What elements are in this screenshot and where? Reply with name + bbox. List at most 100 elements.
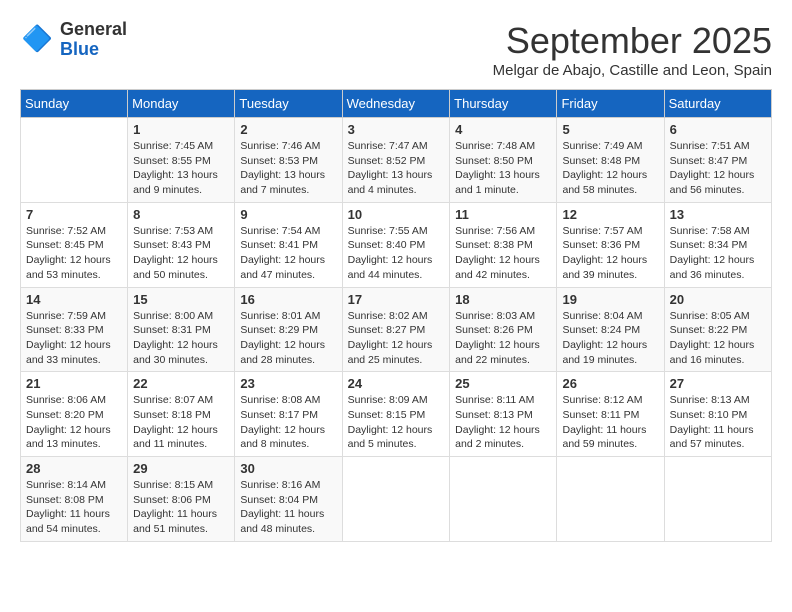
calendar-cell-w3-d6: 20Sunrise: 8:05 AM Sunset: 8:22 PM Dayli… <box>664 287 771 372</box>
month-title: September 2025 <box>493 20 772 62</box>
day-number: 30 <box>240 461 336 476</box>
day-number: 10 <box>348 207 445 222</box>
day-info: Sunrise: 8:02 AM Sunset: 8:27 PM Dayligh… <box>348 309 445 368</box>
day-number: 26 <box>562 376 658 391</box>
logo-general-text: General <box>60 20 127 40</box>
calendar-cell-w2-d1: 8 Sunrise: 7:53 AM Sunset: 8:43 PM Daylig… <box>128 202 235 287</box>
day-number: 4 <box>455 122 551 137</box>
calendar-cell-w5-d2: 30Sunrise: 8:16 AM Sunset: 8:04 PM Dayli… <box>235 457 342 542</box>
day-number: 6 <box>670 122 766 137</box>
calendar-header: SundayMondayTuesdayWednesdayThursdayFrid… <box>21 90 772 118</box>
calendar-cell-w2-d0: 7 Sunrise: 7:52 AM Sunset: 8:45 PM Daylig… <box>21 202 128 287</box>
calendar-cell-w2-d2: 9Sunrise: 7:54 AM Sunset: 8:41 PM Daylig… <box>235 202 342 287</box>
weekday-header-thursday: Thursday <box>450 90 557 118</box>
weekday-header-monday: Monday <box>128 90 235 118</box>
day-info: Sunrise: 7:49 AM Sunset: 8:48 PM Dayligh… <box>562 139 658 198</box>
day-info: Sunrise: 7:55 AM Sunset: 8:40 PM Dayligh… <box>348 224 445 283</box>
page-header: 🔷 General Blue September 2025 Melgar de … <box>20 20 772 79</box>
day-number: 16 <box>240 292 336 307</box>
logo: 🔷 General Blue <box>20 20 127 60</box>
day-info: Sunrise: 7:58 AM Sunset: 8:34 PM Dayligh… <box>670 224 766 283</box>
day-info: Sunrise: 8:14 AM Sunset: 8:08 PM Dayligh… <box>26 478 122 537</box>
day-number: 25 <box>455 376 551 391</box>
day-info: Sunrise: 7:53 AM Sunset: 8:43 PM Dayligh… <box>133 224 229 283</box>
calendar-cell-w4-d0: 21Sunrise: 8:06 AM Sunset: 8:20 PM Dayli… <box>21 372 128 457</box>
calendar-table: SundayMondayTuesdayWednesdayThursdayFrid… <box>20 89 772 542</box>
day-number: 28 <box>26 461 122 476</box>
day-info: Sunrise: 8:15 AM Sunset: 8:06 PM Dayligh… <box>133 478 229 537</box>
calendar-cell-w5-d1: 29Sunrise: 8:15 AM Sunset: 8:06 PM Dayli… <box>128 457 235 542</box>
location-subtitle: Melgar de Abajo, Castille and Leon, Spai… <box>493 62 772 79</box>
calendar-cell-w4-d6: 27 Sunrise: 8:13 AM Sunset: 8:10 PM Dayli… <box>664 372 771 457</box>
weekday-header-row: SundayMondayTuesdayWednesdayThursdayFrid… <box>21 90 772 118</box>
title-block: September 2025 Melgar de Abajo, Castille… <box>493 20 772 79</box>
day-number: 27 <box>670 376 766 391</box>
day-info: Sunrise: 8:03 AM Sunset: 8:26 PM Dayligh… <box>455 309 551 368</box>
day-info: Sunrise: 8:01 AM Sunset: 8:29 PM Dayligh… <box>240 309 336 368</box>
calendar-week-1: 1 Sunrise: 7:45 AM Sunset: 8:55 PM Daylig… <box>21 118 772 203</box>
day-number: 7 <box>26 207 122 222</box>
logo-blue-text: Blue <box>60 40 127 60</box>
calendar-cell-w2-d3: 10 Sunrise: 7:55 AM Sunset: 8:40 PM Dayli… <box>342 202 450 287</box>
day-number: 19 <box>562 292 658 307</box>
svg-text:🔷: 🔷 <box>22 24 53 53</box>
day-number: 24 <box>348 376 445 391</box>
calendar-cell-w5-d5 <box>557 457 664 542</box>
calendar-cell-w5-d6 <box>664 457 771 542</box>
day-info: Sunrise: 7:54 AM Sunset: 8:41 PM Dayligh… <box>240 224 336 283</box>
day-info: Sunrise: 7:45 AM Sunset: 8:55 PM Dayligh… <box>133 139 229 198</box>
day-number: 18 <box>455 292 551 307</box>
day-info: Sunrise: 8:07 AM Sunset: 8:18 PM Dayligh… <box>133 393 229 452</box>
calendar-cell-w2-d4: 11 Sunrise: 7:56 AM Sunset: 8:38 PM Dayli… <box>450 202 557 287</box>
calendar-cell-w2-d5: 12 Sunrise: 7:57 AM Sunset: 8:36 PM Dayli… <box>557 202 664 287</box>
day-number: 12 <box>562 207 658 222</box>
day-info: Sunrise: 7:47 AM Sunset: 8:52 PM Dayligh… <box>348 139 445 198</box>
logo-icon: 🔷 <box>20 22 56 58</box>
day-number: 8 <box>133 207 229 222</box>
day-number: 21 <box>26 376 122 391</box>
day-info: Sunrise: 8:00 AM Sunset: 8:31 PM Dayligh… <box>133 309 229 368</box>
day-info: Sunrise: 8:13 AM Sunset: 8:10 PM Dayligh… <box>670 393 766 452</box>
calendar-cell-w1-d4: 4Sunrise: 7:48 AM Sunset: 8:50 PM Daylig… <box>450 118 557 203</box>
day-info: Sunrise: 7:56 AM Sunset: 8:38 PM Dayligh… <box>455 224 551 283</box>
calendar-cell-w1-d0 <box>21 118 128 203</box>
calendar-cell-w1-d5: 5Sunrise: 7:49 AM Sunset: 8:48 PM Daylig… <box>557 118 664 203</box>
day-info: Sunrise: 7:52 AM Sunset: 8:45 PM Dayligh… <box>26 224 122 283</box>
calendar-cell-w1-d2: 2Sunrise: 7:46 AM Sunset: 8:53 PM Daylig… <box>235 118 342 203</box>
calendar-cell-w4-d1: 22 Sunrise: 8:07 AM Sunset: 8:18 PM Dayli… <box>128 372 235 457</box>
calendar-cell-w4-d4: 25 Sunrise: 8:11 AM Sunset: 8:13 PM Dayli… <box>450 372 557 457</box>
calendar-cell-w1-d3: 3 Sunrise: 7:47 AM Sunset: 8:52 PM Daylig… <box>342 118 450 203</box>
logo-name: General Blue <box>60 20 127 60</box>
calendar-body: 1 Sunrise: 7:45 AM Sunset: 8:55 PM Daylig… <box>21 118 772 542</box>
calendar-week-5: 28 Sunrise: 8:14 AM Sunset: 8:08 PM Dayli… <box>21 457 772 542</box>
calendar-cell-w2-d6: 13 Sunrise: 7:58 AM Sunset: 8:34 PM Dayli… <box>664 202 771 287</box>
calendar-cell-w4-d5: 26Sunrise: 8:12 AM Sunset: 8:11 PM Dayli… <box>557 372 664 457</box>
day-number: 20 <box>670 292 766 307</box>
day-number: 11 <box>455 207 551 222</box>
day-info: Sunrise: 8:09 AM Sunset: 8:15 PM Dayligh… <box>348 393 445 452</box>
day-info: Sunrise: 7:57 AM Sunset: 8:36 PM Dayligh… <box>562 224 658 283</box>
calendar-cell-w1-d1: 1 Sunrise: 7:45 AM Sunset: 8:55 PM Daylig… <box>128 118 235 203</box>
calendar-cell-w5-d0: 28 Sunrise: 8:14 AM Sunset: 8:08 PM Dayli… <box>21 457 128 542</box>
calendar-cell-w4-d3: 24 Sunrise: 8:09 AM Sunset: 8:15 PM Dayli… <box>342 372 450 457</box>
day-number: 14 <box>26 292 122 307</box>
day-number: 3 <box>348 122 445 137</box>
day-number: 23 <box>240 376 336 391</box>
day-number: 13 <box>670 207 766 222</box>
weekday-header-sunday: Sunday <box>21 90 128 118</box>
calendar-cell-w3-d0: 14Sunrise: 7:59 AM Sunset: 8:33 PM Dayli… <box>21 287 128 372</box>
day-number: 15 <box>133 292 229 307</box>
day-info: Sunrise: 8:11 AM Sunset: 8:13 PM Dayligh… <box>455 393 551 452</box>
calendar-week-4: 21Sunrise: 8:06 AM Sunset: 8:20 PM Dayli… <box>21 372 772 457</box>
calendar-cell-w3-d2: 16 Sunrise: 8:01 AM Sunset: 8:29 PM Dayli… <box>235 287 342 372</box>
day-number: 22 <box>133 376 229 391</box>
day-info: Sunrise: 7:46 AM Sunset: 8:53 PM Dayligh… <box>240 139 336 198</box>
weekday-header-friday: Friday <box>557 90 664 118</box>
day-number: 1 <box>133 122 229 137</box>
weekday-header-wednesday: Wednesday <box>342 90 450 118</box>
calendar-week-2: 7 Sunrise: 7:52 AM Sunset: 8:45 PM Daylig… <box>21 202 772 287</box>
weekday-header-saturday: Saturday <box>664 90 771 118</box>
day-number: 17 <box>348 292 445 307</box>
calendar-cell-w1-d6: 6Sunrise: 7:51 AM Sunset: 8:47 PM Daylig… <box>664 118 771 203</box>
calendar-cell-w3-d5: 19Sunrise: 8:04 AM Sunset: 8:24 PM Dayli… <box>557 287 664 372</box>
